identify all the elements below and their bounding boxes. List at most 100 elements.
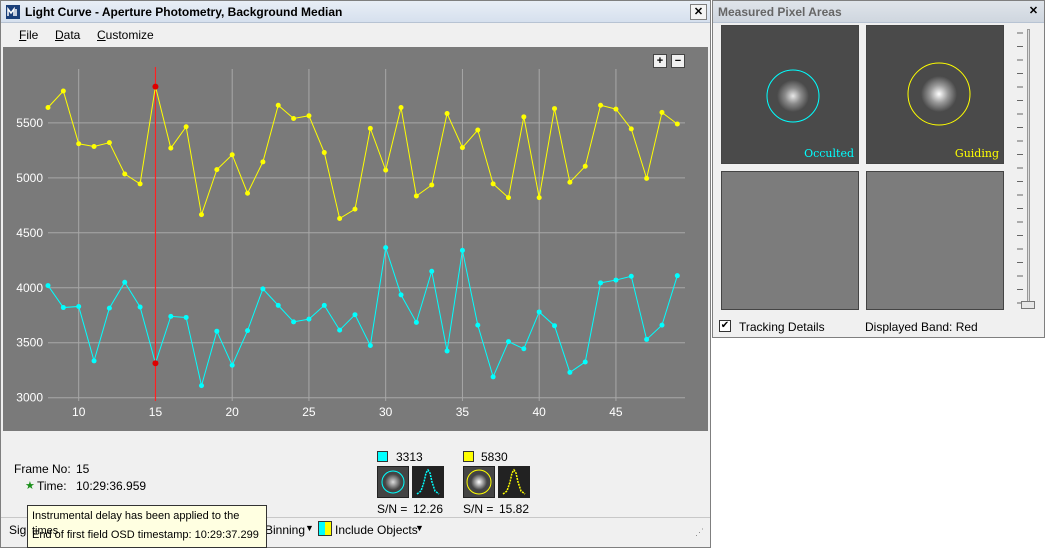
target1-sn-label: S/N = <box>377 502 408 516</box>
x-tick-label-6: 40 <box>533 405 547 419</box>
data-point-1-10 <box>198 383 204 389</box>
time-value: 10:29:36.959 <box>76 479 147 493</box>
data-point-1-24 <box>413 319 419 325</box>
data-point-1-0 <box>45 283 51 289</box>
menu-bar: File Data Customize <box>1 23 710 47</box>
data-point-1-29 <box>490 374 496 380</box>
include-objects-icon <box>318 521 332 536</box>
data-point-1-33 <box>552 323 558 329</box>
close-icon[interactable]: ✕ <box>690 4 707 20</box>
timestamp-tooltip: Instrumental delay has been applied to t… <box>27 505 267 548</box>
data-point-0-24 <box>413 193 419 199</box>
data-point-0-9 <box>183 124 189 130</box>
x-tick-label-2: 20 <box>226 405 240 419</box>
data-point-0-25 <box>429 182 435 188</box>
title-bar: Light Curve - Aperture Photometry, Backg… <box>1 1 710 23</box>
tracking-details-label[interactable]: Tracking Details <box>739 320 825 334</box>
data-point-1-25 <box>429 268 435 274</box>
y-tick-label-0: 3000 <box>16 391 43 405</box>
data-point-1-22 <box>383 245 389 251</box>
data-point-1-8 <box>168 313 174 319</box>
binning-dropdown-icon[interactable]: ▼ <box>305 523 314 533</box>
side-window-title: Measured Pixel Areas <box>718 5 842 19</box>
menu-customize[interactable]: Customize <box>97 28 154 42</box>
include-objects-dropdown-icon[interactable]: ▼ <box>415 523 424 533</box>
data-point-0-20 <box>352 206 358 212</box>
y-tick-label-2: 4000 <box>16 281 43 295</box>
app-icon <box>6 5 20 19</box>
x-tick-label-5: 35 <box>456 405 470 419</box>
data-point-1-11 <box>214 328 220 334</box>
target2-value: 5830 <box>481 450 508 464</box>
data-point-0-17 <box>306 113 312 119</box>
tracking-details-checkbox[interactable]: ✔ <box>719 320 731 332</box>
data-point-1-26 <box>444 348 450 354</box>
data-point-1-16 <box>291 319 297 325</box>
data-point-0-15 <box>275 102 281 108</box>
data-point-1-27 <box>459 247 465 253</box>
data-point-1-30 <box>505 339 511 345</box>
target1-star-thumbnail <box>377 466 409 498</box>
data-point-0-18 <box>321 150 327 156</box>
data-point-0-30 <box>505 195 511 201</box>
light-curve-chart[interactable]: 3000 3500 4000 4500 5000 5500 10 15 20 25 30 35 40 45 <box>3 47 708 431</box>
slider-thumb[interactable] <box>1021 301 1035 309</box>
data-point-0-13 <box>245 190 251 196</box>
window-title: Light Curve - Aperture Photometry, Backg… <box>25 5 343 19</box>
data-point-1-9 <box>183 314 189 320</box>
resize-grip-icon[interactable]: ⋰ <box>695 527 704 538</box>
binning-menu[interactable]: Binning <box>265 523 305 537</box>
data-point-1-23 <box>398 292 404 298</box>
data-point-1-14 <box>260 286 266 292</box>
data-point-1-3 <box>91 358 97 364</box>
data-point-0-7 <box>152 83 159 90</box>
zoom-in-button[interactable]: + <box>653 54 667 68</box>
tooltip-line-osd: End of first field OSD timestamp: 10:29:… <box>32 529 259 541</box>
data-point-1-28 <box>475 322 481 328</box>
menu-file[interactable]: File <box>19 28 38 42</box>
data-point-0-32 <box>536 195 542 201</box>
data-point-1-37 <box>613 277 619 283</box>
data-point-0-29 <box>490 181 496 187</box>
y-tick-label-3: 4500 <box>16 226 43 240</box>
data-point-0-31 <box>521 114 527 120</box>
occulted-star-image <box>766 69 820 123</box>
data-point-0-6 <box>137 181 143 187</box>
target2-sn-value: 15.82 <box>499 502 530 516</box>
guiding-star-image <box>907 62 971 126</box>
data-point-1-35 <box>582 359 588 365</box>
empty-pixel-area-1 <box>721 171 859 310</box>
data-point-0-27 <box>459 145 465 151</box>
data-point-0-12 <box>229 152 235 158</box>
y-tick-label-5: 5500 <box>16 116 43 130</box>
side-close-icon[interactable]: ✕ <box>1026 4 1041 20</box>
data-point-1-32 <box>536 309 542 315</box>
data-point-0-1 <box>60 88 66 94</box>
data-point-0-39 <box>644 175 650 181</box>
data-point-0-10 <box>198 212 204 218</box>
target1-sn-value: 12.26 <box>413 502 444 516</box>
zoom-out-button[interactable]: − <box>671 54 685 68</box>
data-point-0-35 <box>582 163 588 169</box>
zoom-slider[interactable] <box>1013 29 1035 311</box>
menu-data[interactable]: Data <box>55 28 80 42</box>
data-point-1-38 <box>628 273 634 279</box>
data-point-1-31 <box>521 346 527 352</box>
data-point-0-23 <box>398 104 404 110</box>
target1-psf-profile-icon <box>412 466 444 498</box>
include-objects-menu[interactable]: Include Objects <box>335 523 418 537</box>
data-point-1-17 <box>306 316 312 322</box>
x-tick-label-1: 15 <box>149 405 163 419</box>
tooltip-line-delay: Instrumental delay has been applied to t… <box>32 510 240 537</box>
empty-pixel-area-2 <box>866 171 1004 310</box>
target2-psf-profile-icon <box>498 466 530 498</box>
data-point-0-41 <box>674 121 680 127</box>
x-tick-label-7: 45 <box>609 405 623 419</box>
data-point-1-2 <box>76 303 82 309</box>
light-curve-plot[interactable]: 3000 3500 4000 4500 5000 5500 10 15 20 25 30 35 40 45… <box>3 47 708 431</box>
data-point-0-5 <box>122 171 128 177</box>
side-title-bar: Measured Pixel Areas ✕ <box>713 1 1044 23</box>
data-point-0-3 <box>91 144 97 150</box>
data-point-1-18 <box>321 302 327 308</box>
y-tick-label-4: 5000 <box>16 171 43 185</box>
